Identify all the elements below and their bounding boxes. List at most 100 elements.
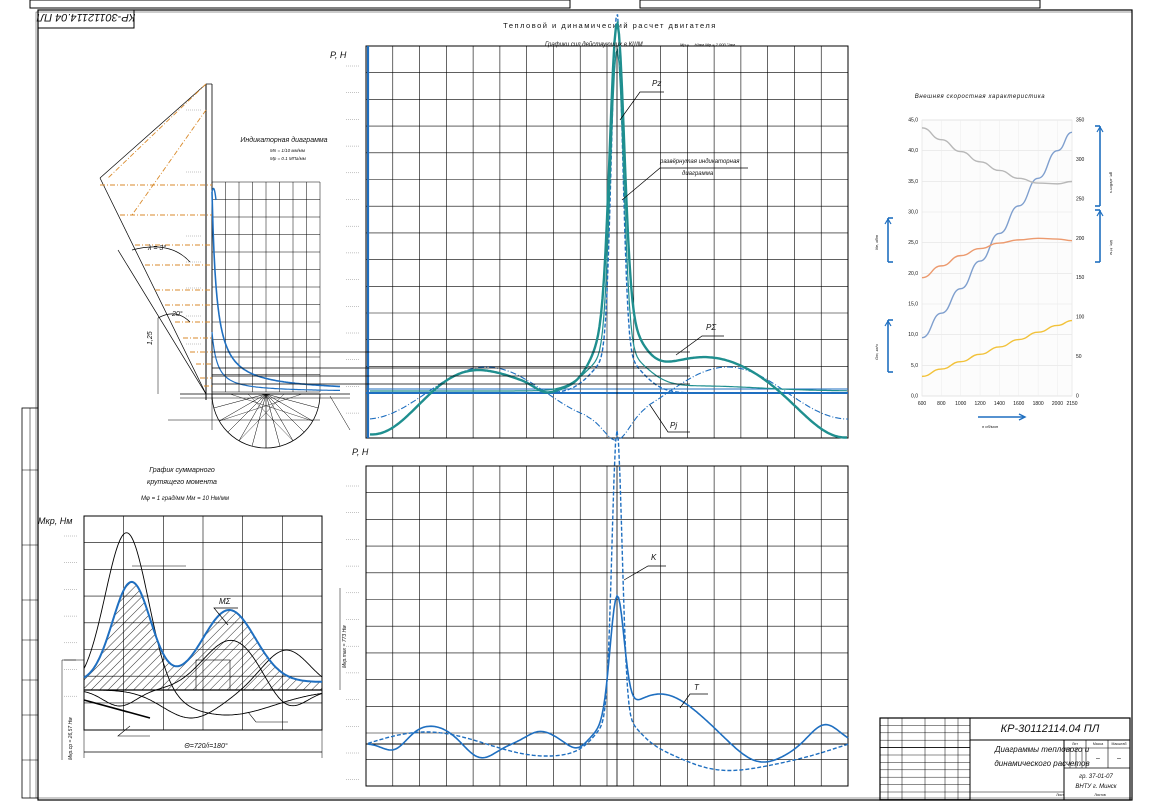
ind-const (99, 83, 207, 179)
speed-xlabel: n об/мин (982, 424, 999, 429)
ind-ray-diag (107, 83, 207, 179)
speed-ytick-right: 200 (1076, 236, 1085, 242)
ind-spoke (238, 393, 267, 441)
t-leader (679, 693, 708, 709)
tb-code: КР-30112114.04 ПЛ (1001, 723, 1100, 735)
torque-scale: Mφ = 1 град/мм Mм = 10 Нм/мм (141, 496, 229, 502)
label-pj: Pj (670, 421, 677, 430)
tb-org2: ВНТУ г. Минск (1075, 784, 1117, 790)
top-strip-right (639, 0, 1041, 9)
speed-ylabel-right: ge, г/кВт·ч (1109, 172, 1114, 193)
ind-spoke (227, 393, 267, 433)
label-psum: PΣ (706, 323, 717, 332)
drawing-svg: КР-30112114.04 ПЛ Тепловой и динамически… (21, 0, 1133, 801)
indicator-sub1: Mn = 1/10 мм/мм (270, 148, 305, 153)
speed-ylabel-left: Ne, кВт (874, 234, 879, 250)
drawing-canvas: КР-30112114.04 ПЛ Тепловой и динамически… (0, 0, 1174, 812)
indicator-angle2-label: 20° (171, 310, 183, 318)
speed-title: Внешняя скоростная характеристика (915, 94, 1046, 100)
ind-proj (247, 393, 294, 441)
tk-chart (346, 430, 849, 787)
tb-sheets: Листов (1094, 793, 1106, 797)
speed-xtick: 2000 (1052, 401, 1063, 407)
speed-ytick-left: 5,0 (911, 363, 918, 369)
ind-proj (238, 393, 285, 441)
speed-ytick-left: 10,0 (908, 332, 918, 338)
torque-period: Θ=720/i=180° (184, 742, 227, 750)
indicator-sub2: Mp = 0.1 МПа/мм (270, 156, 306, 161)
label-k: K (651, 553, 657, 562)
ind-spoke (265, 393, 294, 441)
rotated-code: КР-30112114.04 ПЛ (36, 11, 135, 23)
speed-ytick-left: 20,0 (908, 271, 918, 277)
label-msum: MΣ (219, 597, 232, 606)
speed-xtick: 1000 (955, 401, 966, 407)
tb-name2: динамического расчетов (994, 759, 1089, 768)
indicator-angle-label: λ = 3° (147, 244, 166, 252)
label-develop: развёрнутая индикаторная (659, 159, 740, 165)
label-develop2: диаграмма (682, 171, 714, 177)
speed-ylabel-right2: Me, Н·м (1109, 240, 1114, 255)
tb-scale: Масштаб (1112, 742, 1127, 746)
torque-mcp: Mкр.ср = 26,57 Нм (68, 717, 74, 760)
forces-title-sub: Mp = ... Н/мм Mφ = 2.000 °/мм (680, 42, 735, 47)
tb-dash2: – (1117, 755, 1121, 762)
speed-xtick: 1800 (1033, 401, 1044, 407)
indicator-title: Индикаторная диаграмма (240, 136, 327, 144)
k-curve (367, 430, 849, 772)
tb-mass: Масса (1093, 742, 1103, 746)
main-title: Тепловой и динамический расчет двигателя (503, 21, 717, 30)
speed-characteristic-chart: 0,0 5,0 10,0 15,0 20,0 25,0 30,0 35,0 40,0 45,0 0 5… (884, 118, 1104, 421)
top-strip-left (29, 0, 571, 9)
tb-org1: гр. 37-01-07 (1079, 774, 1113, 780)
torque-title2: крутящего момента (147, 479, 217, 486)
speed-xtick: 1400 (994, 401, 1005, 407)
t-curve (367, 594, 849, 763)
tb-dash1: – (1096, 755, 1100, 762)
forces-ylabel: P, Н (330, 50, 347, 60)
torque-side-label: Mкр.max = 773 Нм (342, 625, 348, 668)
tk-ylabel: P, Н (352, 447, 369, 457)
speed-ytick-left: 35,0 (908, 179, 918, 185)
tb-name1: Диаграммы теплового и (994, 745, 1090, 754)
speed-xtick: 2150 (1066, 401, 1077, 407)
speed-ytick-left: 0,0 (911, 394, 918, 400)
speed-ytick-left: 30,0 (908, 210, 918, 216)
label-t: T (694, 683, 700, 692)
torque-leader (247, 711, 288, 723)
speed-ytick-right: 250 (1076, 196, 1085, 202)
ind-spoke (265, 393, 319, 409)
speed-ytick-left: 40,0 (908, 148, 918, 154)
speed-ytick-right: 50 (1076, 354, 1082, 360)
torque-leader (117, 725, 150, 737)
pj-curve (369, 366, 848, 441)
label-pz: Pz (652, 79, 661, 88)
torque-ylabel: Mкр, Нм (38, 516, 72, 526)
tb-lit: Лит (1072, 742, 1078, 746)
ind-compression (211, 331, 340, 391)
indicator-side-label: 1,25 (147, 331, 154, 345)
speed-ytick-left: 25,0 (908, 240, 918, 246)
ind-ray-diag (131, 109, 207, 216)
speed-ytick-right: 300 (1076, 157, 1085, 163)
ind-const (99, 177, 207, 395)
tb-sheet: Лист (1056, 793, 1064, 797)
speed-ytick-right: 0 (1076, 394, 1079, 400)
speed-ytick-right: 150 (1076, 275, 1085, 281)
speed-xtick: 1200 (975, 401, 986, 407)
torque-chart (61, 515, 341, 760)
speed-xtick: 800 (937, 401, 946, 407)
forces-title: Графики сил действующих в КШМ (545, 41, 643, 48)
left-margin-strips (21, 407, 39, 799)
speed-ylabel-left2: Gт, кг/ч (874, 344, 879, 360)
speed-ytick-left: 45,0 (908, 118, 918, 124)
pz-leader (619, 91, 664, 121)
ind-spoke (265, 393, 305, 433)
speed-xtick: 1600 (1013, 401, 1024, 407)
torque-title1: График суммарного (149, 467, 215, 474)
speed-xtick: 600 (918, 401, 927, 407)
speed-ytick-right: 100 (1076, 315, 1085, 321)
speed-ytick-right: 350 (1076, 118, 1085, 124)
speed-ytick-left: 15,0 (908, 302, 918, 308)
forces-chart (212, 14, 849, 441)
